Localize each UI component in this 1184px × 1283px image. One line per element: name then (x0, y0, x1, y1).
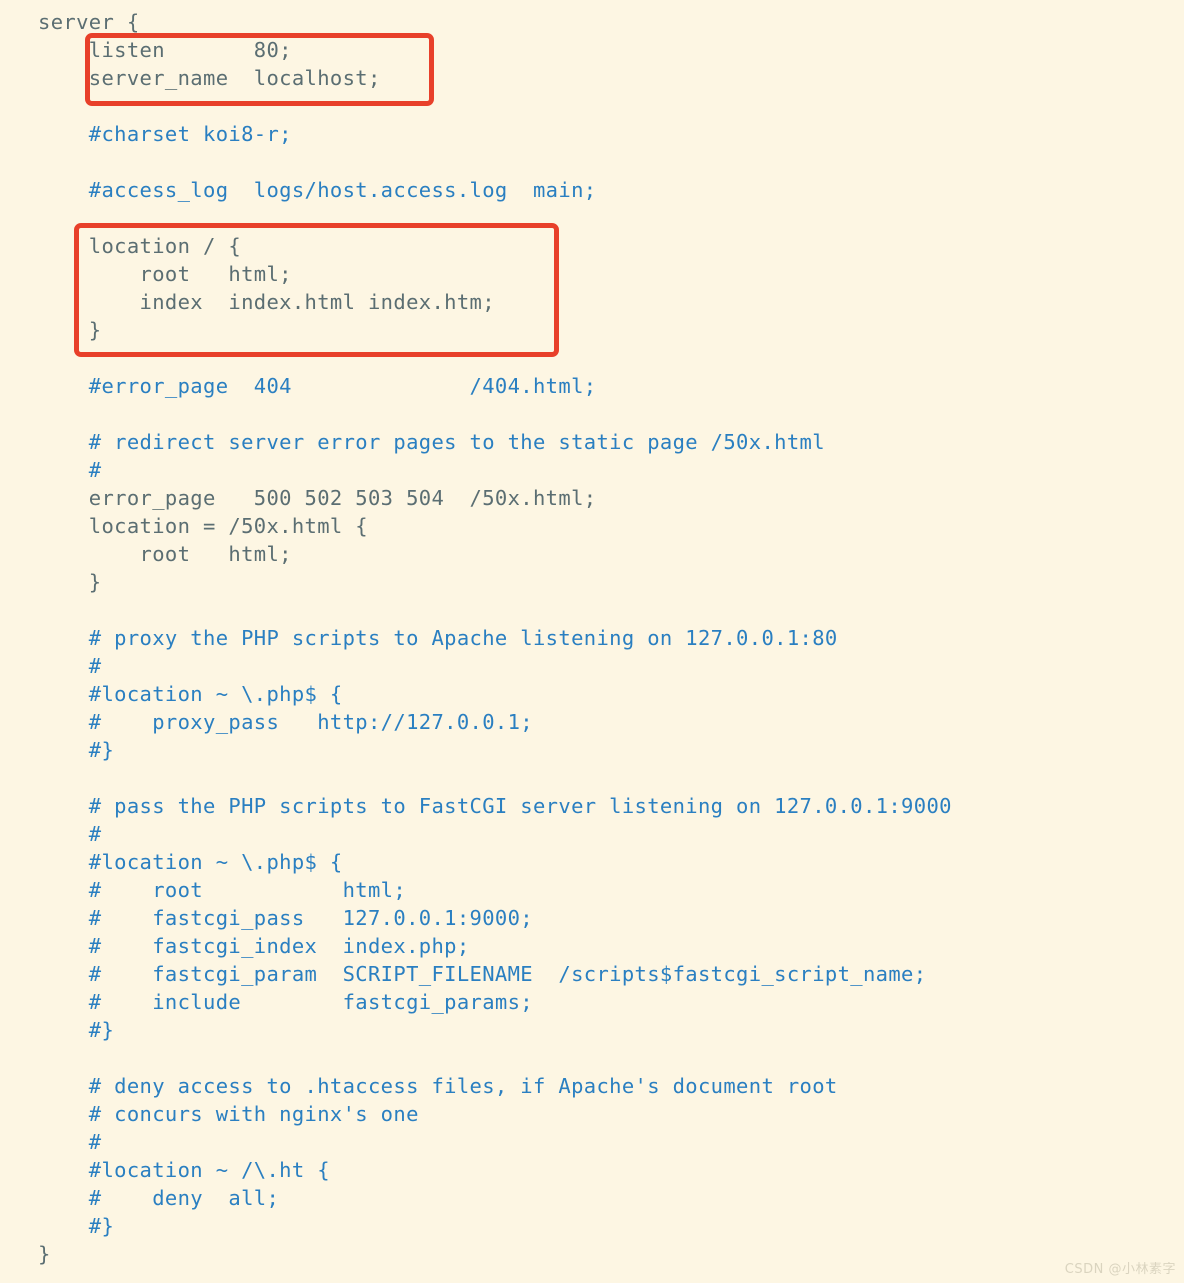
code-line: # pass the PHP scripts to FastCGI server… (38, 794, 952, 818)
code-line: # proxy_pass http://127.0.0.1; (38, 710, 533, 734)
code-line: #location ~ \.php$ { (38, 850, 343, 874)
code-line: error_page 500 502 503 504 /50x.html; (38, 486, 597, 510)
code-line: # (38, 822, 102, 846)
code-line: location / { (38, 234, 242, 258)
code-line: #charset koi8-r; (38, 122, 292, 146)
nginx-config-code-block[interactable]: server { listen 80; server_name localhos… (38, 8, 952, 1268)
code-line: #} (38, 738, 115, 762)
code-line: # deny all; (38, 1186, 280, 1210)
code-line: # deny access to .htaccess files, if Apa… (38, 1074, 838, 1098)
code-line: server_name localhost; (38, 66, 381, 90)
code-line: # (38, 458, 102, 482)
code-line: server { (38, 10, 140, 34)
code-line: # (38, 1130, 102, 1154)
code-line: # fastcgi_param SCRIPT_FILENAME /scripts… (38, 962, 927, 986)
code-line: } (38, 1242, 51, 1266)
code-line: #location ~ \.php$ { (38, 682, 343, 706)
code-line: root html; (38, 262, 292, 286)
code-line: # (38, 654, 102, 678)
code-line: # proxy the PHP scripts to Apache listen… (38, 626, 838, 650)
code-line: # include fastcgi_params; (38, 990, 533, 1014)
code-viewer: server { listen 80; server_name localhos… (0, 0, 1184, 1283)
code-line: index index.html index.htm; (38, 290, 495, 314)
code-line: # concurs with nginx's one (38, 1102, 419, 1126)
code-line: # redirect server error pages to the sta… (38, 430, 825, 454)
csdn-watermark: CSDN @小林素字 (1064, 1262, 1176, 1277)
code-line: root html; (38, 542, 292, 566)
code-line: #} (38, 1214, 115, 1238)
code-line: # fastcgi_index index.php; (38, 934, 470, 958)
code-line: #} (38, 1018, 115, 1042)
code-line: #location ~ /\.ht { (38, 1158, 330, 1182)
code-line: listen 80; (38, 38, 292, 62)
code-line: #access_log logs/host.access.log main; (38, 178, 597, 202)
code-line: } (38, 570, 102, 594)
code-line: # root html; (38, 878, 407, 902)
code-line: location = /50x.html { (38, 514, 368, 538)
code-line: } (38, 318, 102, 342)
code-line: # fastcgi_pass 127.0.0.1:9000; (38, 906, 533, 930)
code-line: #error_page 404 /404.html; (38, 374, 597, 398)
